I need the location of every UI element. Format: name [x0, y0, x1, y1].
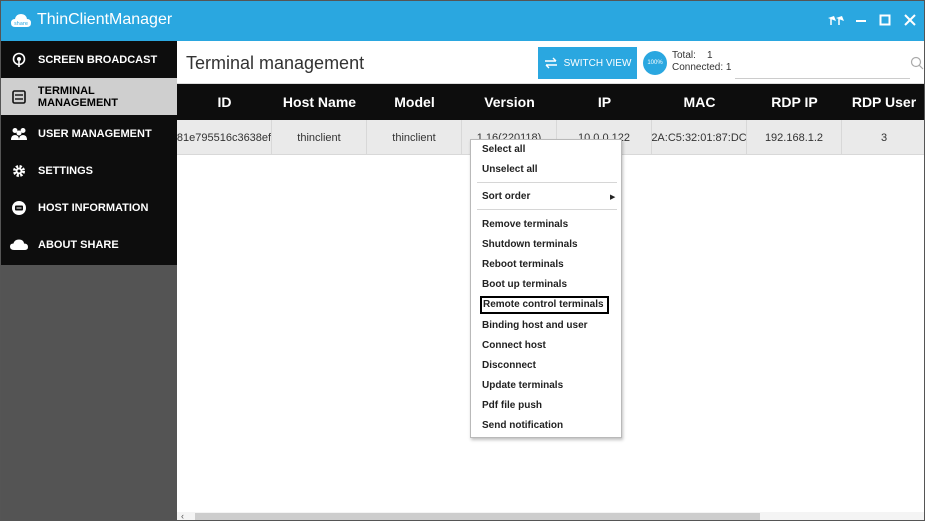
search-icon[interactable] [910, 56, 924, 70]
svg-text:share: share [14, 21, 28, 27]
menu-item-pdf-file-push[interactable]: Pdf file push [482, 398, 542, 414]
menu-item-select-all[interactable]: Select all [482, 142, 525, 158]
maximize-icon [879, 14, 891, 26]
total-value: 1 [707, 50, 713, 61]
search-underline [735, 78, 910, 79]
menu-item-reboot-terminals[interactable]: Reboot terminals [482, 257, 564, 273]
column-header-rdp-ip[interactable]: RDP IP [747, 84, 842, 120]
share-logo-icon: share [11, 14, 31, 27]
column-header-ip[interactable]: IP [557, 84, 652, 120]
cell-id: 81e795516c3638ef [177, 120, 272, 155]
menu-item-connect-host[interactable]: Connect host [482, 338, 546, 354]
pin-icon [828, 16, 844, 25]
column-header-rdp-user[interactable]: RDP User [842, 84, 924, 120]
menu-item-remote-control-terminals[interactable]: Remote control terminals [480, 296, 609, 314]
switch-view-button[interactable]: SWITCH VIEW [538, 47, 637, 79]
app-title: ThinClientManager [37, 11, 173, 28]
switch-view-label: SWITCH VIEW [563, 57, 632, 69]
terminal-icon [10, 88, 28, 106]
connected-count: Connected: 1 [672, 62, 732, 73]
sidebar-item-terminal-management[interactable]: TERMINAL MANAGEMENT [1, 78, 177, 115]
sidebar-item-label: TERMINAL MANAGEMENT [37, 84, 118, 109]
close-button[interactable] [899, 9, 921, 31]
menu-separator [477, 209, 617, 210]
minimize-icon [856, 20, 866, 22]
menu-item-update-terminals[interactable]: Update terminals [482, 378, 563, 394]
sidebar-item-label: SETTINGS [38, 164, 94, 177]
menu-item-shutdown-terminals[interactable]: Shutdown terminals [482, 237, 578, 253]
menu-item-disconnect[interactable]: Disconnect [482, 358, 536, 374]
sidebar-item-screen-broadcast[interactable]: SCREEN BROADCAST [1, 41, 177, 78]
cell-rdp-user: 3 [880, 131, 888, 144]
menu-item-send-notification[interactable]: Send notification [482, 418, 563, 434]
column-header-host-name[interactable]: Host Name [272, 84, 367, 120]
column-header-mac[interactable]: MAC [652, 84, 747, 120]
gear-icon [10, 162, 28, 180]
cell-mac: 2A:C5:32:01:87:DC [652, 120, 747, 155]
column-header-id[interactable]: ID [177, 84, 272, 120]
scroll-left-arrow-icon[interactable]: ‹ [181, 511, 184, 520]
menu-item-unselect-all[interactable]: Unselect all [482, 162, 538, 178]
cell-model: thinclient [367, 120, 462, 155]
sidebar-item-label: ABOUT SHARE [38, 238, 119, 251]
sidebar-item-label: USER MANAGEMENT [38, 127, 152, 140]
sidebar-item-user-management[interactable]: USER MANAGEMENT [1, 115, 177, 152]
horizontal-scrollbar[interactable]: ‹ [177, 511, 924, 520]
cell-host-name: thinclient [272, 120, 367, 155]
sidebar-menu: SCREEN BROADCAST TERMINAL MANAGEMENT USE… [1, 41, 177, 265]
column-header-model[interactable]: Model [367, 84, 462, 120]
menu-item-remove-terminals[interactable]: Remove terminals [482, 217, 568, 233]
app-window: share ThinClientManager SCREEN BROADCAST… [0, 0, 925, 521]
menu-item-sort-order[interactable]: Sort order [482, 189, 530, 205]
context-menu: Select all Unselect all Sort order ▶ Rem… [470, 139, 622, 438]
total-label: Total: [672, 50, 696, 61]
menu-item-boot-up-terminals[interactable]: Boot up terminals [482, 277, 567, 293]
terminal-totals: Total: 1 Connected: 1 [672, 50, 732, 74]
broadcast-icon [10, 51, 28, 69]
column-header-version[interactable]: Version [462, 84, 557, 120]
menu-item-binding-host-and-user[interactable]: Binding host and user [482, 318, 588, 334]
page-title: Terminal management [186, 53, 365, 73]
swap-arrows-icon [544, 57, 557, 69]
connection-percent-badge: 100% [643, 51, 667, 75]
scrollbar-thumb[interactable] [195, 513, 760, 520]
host-icon [10, 199, 28, 217]
search-input[interactable] [735, 52, 895, 76]
title-bar[interactable]: share ThinClientManager [1, 1, 924, 41]
menu-separator [477, 182, 617, 183]
sidebar-item-host-information[interactable]: HOST INFORMATION [1, 189, 177, 226]
sidebar-item-label: HOST INFORMATION [38, 201, 149, 214]
cloud-icon [10, 236, 28, 254]
maximize-button[interactable] [874, 9, 896, 31]
sidebar: SCREEN BROADCAST TERMINAL MANAGEMENT USE… [1, 41, 177, 520]
minimize-button[interactable] [850, 9, 872, 31]
table-header: ID Host Name Model Version IP MAC RDP IP… [177, 84, 924, 120]
submenu-arrow-icon: ▶ [610, 194, 616, 201]
sidebar-item-settings[interactable]: SETTINGS [1, 152, 177, 189]
sidebar-item-about-share[interactable]: ABOUT SHARE [1, 226, 177, 263]
pin-button[interactable] [825, 9, 847, 31]
users-icon [10, 125, 28, 143]
close-icon [904, 14, 916, 26]
cell-rdp-ip: 192.168.1.2 [747, 120, 842, 155]
sidebar-item-label: SCREEN BROADCAST [38, 53, 158, 66]
